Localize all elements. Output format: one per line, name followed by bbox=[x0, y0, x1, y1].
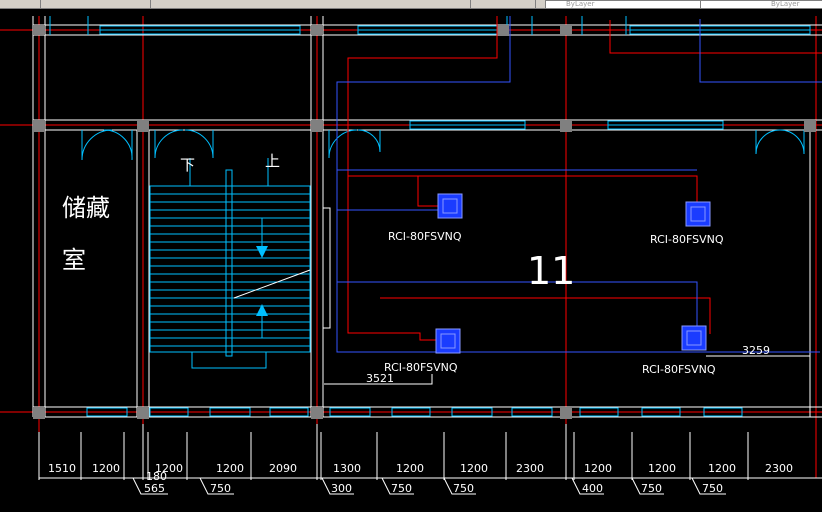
dimension-label: 750 bbox=[702, 482, 723, 495]
stair bbox=[149, 158, 311, 369]
dimension-label: 1200 bbox=[216, 462, 244, 475]
doors bbox=[49, 16, 805, 161]
drawing-canvas[interactable]: RCI-80FSVNQ RCI-80FSVNQ RCI-80FSVNQ RCI-… bbox=[0, 8, 822, 512]
ac-unit-label: RCI-80FSVNQ bbox=[384, 361, 458, 374]
dimension-label: 750 bbox=[391, 482, 412, 495]
lineweight-combo-value: ByLayer bbox=[771, 0, 800, 8]
dimension-label: 1200 bbox=[92, 462, 120, 475]
stair-up-label: 上 bbox=[265, 152, 280, 170]
ac-unit[interactable] bbox=[681, 325, 707, 351]
dimension-label: 750 bbox=[641, 482, 662, 495]
axis-lines bbox=[0, 16, 822, 478]
ac-unit[interactable] bbox=[685, 201, 711, 227]
dimension-label: 1510 bbox=[48, 462, 76, 475]
dimension-label: 565 bbox=[144, 482, 165, 495]
red-pipes bbox=[347, 16, 822, 341]
dimension-label: 2300 bbox=[765, 462, 793, 475]
room-name-line2: 室 bbox=[62, 246, 86, 274]
dimension-label: 1300 bbox=[333, 462, 361, 475]
dimension-label: 2300 bbox=[516, 462, 544, 475]
callout-upper-right: 3259 bbox=[742, 344, 770, 357]
ac-unit-label: RCI-80FSVNQ bbox=[650, 233, 724, 246]
dimension-label: 1200 bbox=[584, 462, 612, 475]
dimension-label: 300 bbox=[331, 482, 352, 495]
linetype-combo-value: ByLayer bbox=[566, 0, 595, 8]
dimension-label: 750 bbox=[453, 482, 474, 495]
room-name-line1: 储藏 bbox=[62, 194, 110, 222]
callout-lower-left: 3521 bbox=[366, 372, 394, 385]
door-frame bbox=[322, 207, 331, 329]
dimension-label: 1200 bbox=[648, 462, 676, 475]
blue-pipes bbox=[336, 16, 822, 353]
dimension-label: 1200 bbox=[396, 462, 424, 475]
ac-unit-label: RCI-80FSVNQ bbox=[388, 230, 462, 243]
stair-down-label: 下 bbox=[180, 156, 195, 174]
ac-unit-label: RCI-80FSVNQ bbox=[642, 363, 716, 376]
dimension-label: 1200 bbox=[708, 462, 736, 475]
dimension-label: 750 bbox=[210, 482, 231, 495]
stair-down-arrow-icon bbox=[256, 246, 268, 258]
ac-unit[interactable] bbox=[437, 193, 463, 219]
cad-viewport[interactable]: ByLayer ByLayer RCI-80FSVNQ RCI-80FSVNQ … bbox=[0, 0, 822, 512]
dimension-label: 2090 bbox=[269, 462, 297, 475]
dimension-label: 400 bbox=[582, 482, 603, 495]
room-number: 11 bbox=[527, 249, 575, 293]
ac-unit[interactable] bbox=[435, 328, 461, 354]
dimension-label: 1200 bbox=[460, 462, 488, 475]
